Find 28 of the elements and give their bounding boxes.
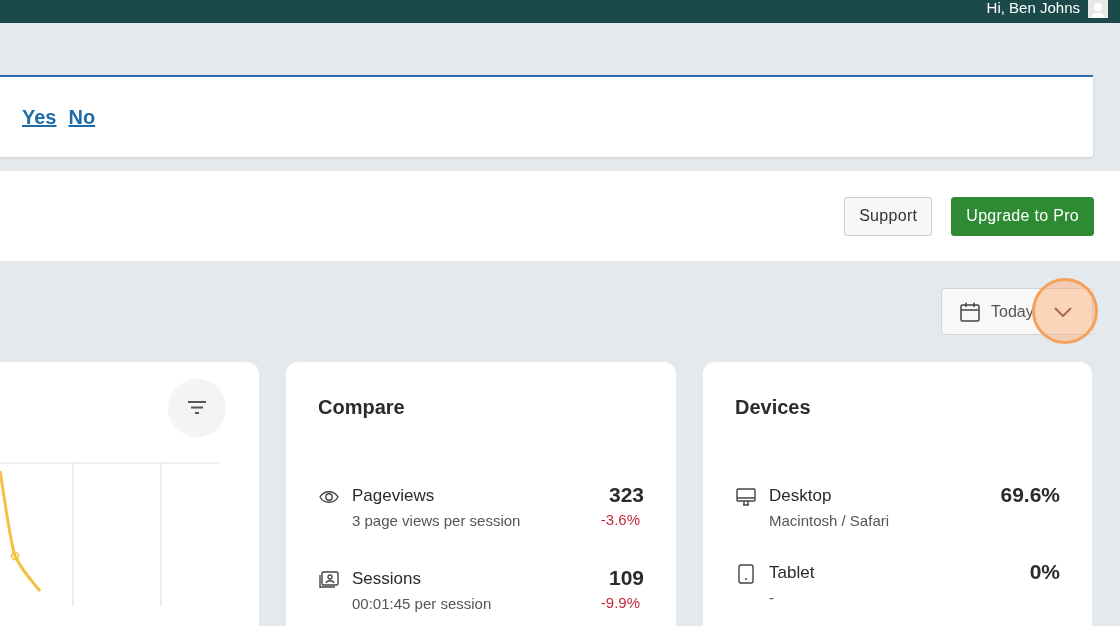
metric-label: Pageviews bbox=[352, 486, 436, 506]
device-label: Tablet bbox=[769, 563, 816, 583]
metric-value: 109 bbox=[607, 566, 644, 590]
device-detail: - bbox=[769, 589, 775, 606]
filter-icon bbox=[188, 401, 206, 415]
card-title: Compare bbox=[318, 396, 406, 419]
user-greeting: Hi, Ben Johns bbox=[986, 0, 1080, 16]
device-detail: Macintosh / Safari bbox=[769, 512, 891, 529]
device-share: 69.6% bbox=[1000, 483, 1060, 508]
answer-link[interactable]: No bbox=[68, 105, 96, 129]
metric-detail: 3 page views per session bbox=[352, 512, 522, 529]
answer-link[interactable]: Yes bbox=[22, 105, 57, 129]
metric-label: Sessions bbox=[352, 569, 422, 589]
calendar-icon bbox=[959, 300, 981, 323]
upgrade-button[interactable]: Upgrade to Pro bbox=[951, 196, 1094, 236]
metric-change: -9.9% bbox=[600, 594, 641, 611]
tablet-icon bbox=[735, 563, 757, 585]
metric-change: -3.6% bbox=[600, 511, 641, 528]
card-title: Devices bbox=[735, 396, 812, 419]
desktop-icon bbox=[735, 486, 757, 508]
support-button[interactable]: Support bbox=[844, 196, 933, 236]
metric-detail: 00:01:45 per session bbox=[352, 595, 493, 612]
caret-icon bbox=[1053, 306, 1072, 317]
device-label: Desktop bbox=[769, 486, 833, 506]
sessions-icon bbox=[318, 569, 340, 591]
data-point bbox=[10, 551, 20, 561]
device-share: 0% bbox=[1029, 560, 1060, 585]
metric-value: 323 bbox=[607, 483, 644, 507]
